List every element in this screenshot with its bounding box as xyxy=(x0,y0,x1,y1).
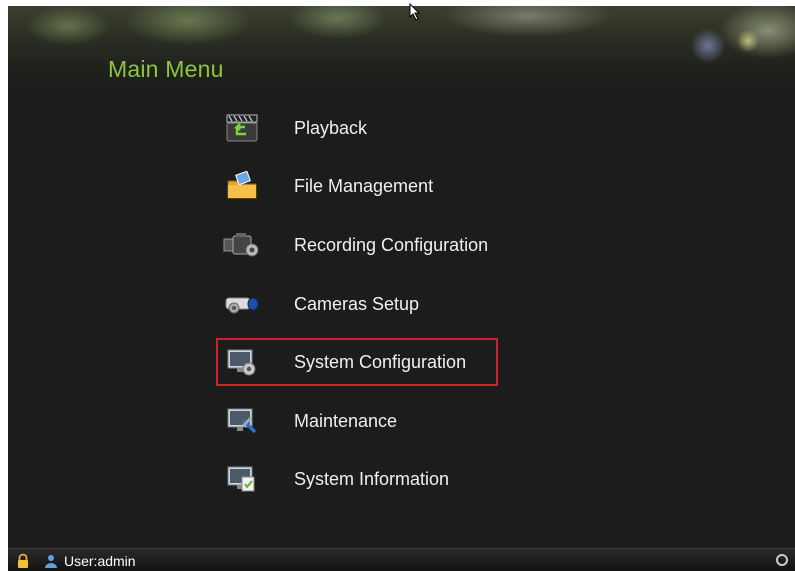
user-label: User:admin xyxy=(64,552,136,569)
status-bar: User:admin xyxy=(8,548,795,571)
menu-item-system-information[interactable]: System Information xyxy=(218,457,518,501)
menu-item-playback[interactable]: Playback xyxy=(218,106,518,150)
menu-item-label: Maintenance xyxy=(294,410,398,431)
header-banner: Main Menu xyxy=(8,6,795,101)
lock-icon[interactable] xyxy=(16,553,30,569)
monitor-gear-icon xyxy=(222,347,262,377)
menu-item-system-configuration[interactable]: System Configuration xyxy=(216,338,498,386)
menu-item-label: File Management xyxy=(294,175,434,196)
menu-item-label: System Information xyxy=(294,468,450,489)
camcorder-gear-icon xyxy=(222,230,262,260)
user-icon xyxy=(45,554,57,568)
loading-icon xyxy=(776,554,788,566)
menu-item-file-management[interactable]: File Management xyxy=(218,164,518,208)
playback-icon xyxy=(222,113,262,143)
menu-item-label: System Configuration xyxy=(294,351,467,372)
folder-icon xyxy=(222,171,262,201)
menu-item-maintenance[interactable]: Maintenance xyxy=(218,399,518,443)
mouse-cursor-icon xyxy=(409,3,421,21)
menu-item-label: Cameras Setup xyxy=(294,293,420,314)
menu-item-cameras-setup[interactable]: Cameras Setup xyxy=(218,282,518,326)
monitor-wrench-icon xyxy=(222,406,262,436)
main-window: Main Menu Playback File Management Recor… xyxy=(8,6,795,571)
camera-gear-icon xyxy=(222,289,262,319)
menu-item-label: Playback xyxy=(294,117,368,138)
menu-item-recording-configuration[interactable]: Recording Configuration xyxy=(218,223,518,267)
page-title: Main Menu xyxy=(108,56,224,82)
monitor-info-icon xyxy=(222,464,262,494)
menu-item-label: Recording Configuration xyxy=(294,234,489,255)
